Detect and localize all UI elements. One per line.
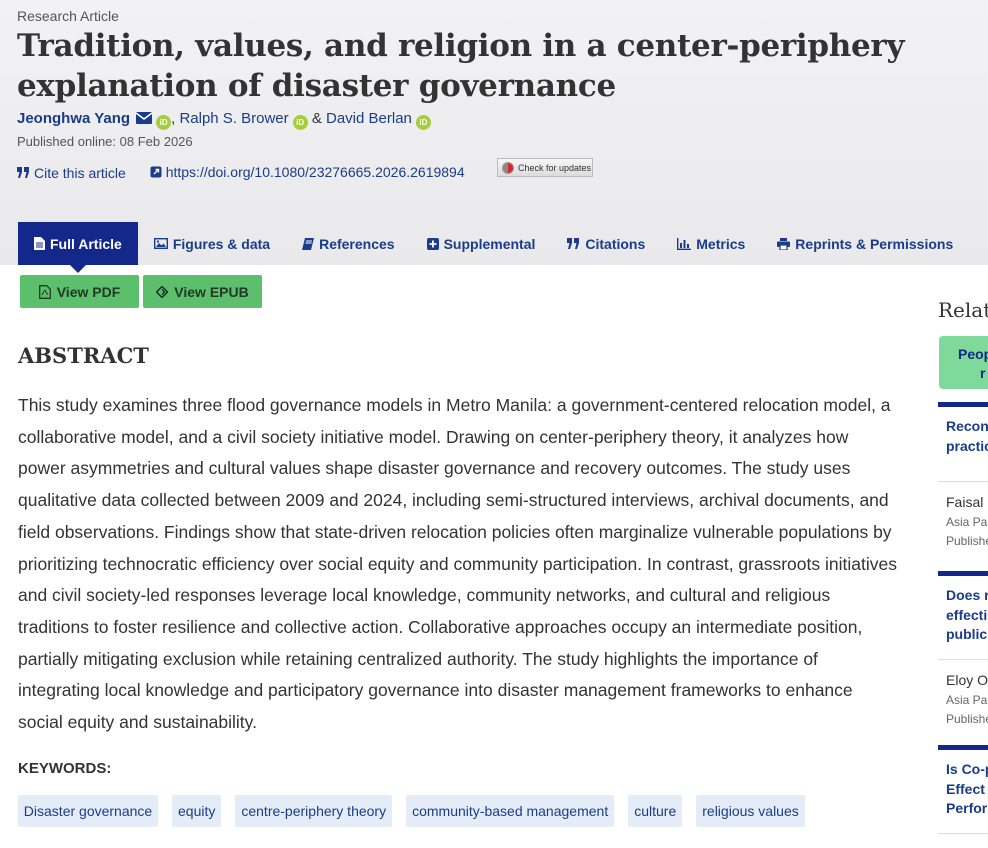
image-icon <box>153 238 168 249</box>
tab-citations[interactable]: Citations <box>551 222 661 265</box>
divider <box>938 481 988 482</box>
doi-text: https://doi.org/10.1080/23276665.2026.26… <box>165 164 465 180</box>
related-article-journal: Asia Pac <box>946 515 988 529</box>
mail-icon[interactable] <box>136 112 153 124</box>
related-article-title[interactable]: Does r effecti public <box>938 576 988 645</box>
cite-article-link[interactable]: Cite this article <box>17 165 126 181</box>
check-updates-label: Check for updates <box>518 162 592 173</box>
published-date: Published online: 08 Feb 2026 <box>17 134 193 149</box>
keyword-link[interactable]: equity <box>172 795 222 827</box>
title-line: practic <box>946 437 988 454</box>
external-link-icon <box>150 166 162 178</box>
title-line: public <box>946 626 988 642</box>
tab-label: Full Article <box>50 235 122 252</box>
tab-label-line: Peop <box>958 346 988 362</box>
tab-label: Supplemental <box>443 235 536 252</box>
bar-chart-icon <box>677 237 692 250</box>
author-link[interactable]: Ralph S. Brower <box>179 110 288 127</box>
tab-figures-data[interactable]: Figures & data <box>138 222 286 265</box>
keyword-list: Disaster governance equity centre-periph… <box>18 795 805 827</box>
tab-metrics[interactable]: Metrics <box>661 222 761 265</box>
tab-references[interactable]: References <box>286 222 411 265</box>
keyword-link[interactable]: community-based management <box>406 795 615 827</box>
view-pdf-label: View PDF <box>56 283 121 300</box>
article-type: Research Article <box>17 8 119 24</box>
tab-label: Figures & data <box>172 235 271 252</box>
view-pdf-button[interactable]: View PDF <box>20 275 139 308</box>
tab-label-line: r <box>980 365 986 381</box>
orcid-icon[interactable]: iD <box>415 115 431 130</box>
keyword-link[interactable]: religious values <box>696 795 805 827</box>
title-line: Is Co-p <box>946 761 988 777</box>
tab-label: Metrics <box>696 235 746 252</box>
abstract-heading: ABSTRACT <box>18 343 149 368</box>
related-article-published: Publishe <box>946 711 988 726</box>
article-tabs: Full Article Figures & data References S… <box>18 222 969 273</box>
book-icon <box>302 237 315 250</box>
tab-label: Reprints & Permissions <box>795 235 954 252</box>
orcid-icon[interactable]: iD <box>156 115 172 130</box>
keyword-link[interactable]: Disaster governance <box>18 795 158 827</box>
tab-people-also-read[interactable]: Peop r <box>939 336 988 389</box>
view-epub-button[interactable]: View EPUB <box>143 275 262 308</box>
author-link[interactable]: David Berlan <box>326 110 412 127</box>
related-article-title[interactable]: Recon practic <box>938 407 988 456</box>
tab-full-article[interactable]: Full Article <box>18 222 138 273</box>
title-line: Does r <box>946 587 988 603</box>
tab-label: Citations <box>585 235 646 252</box>
title-line: Perfor <box>946 800 988 816</box>
cite-label: Cite this article <box>34 164 126 181</box>
quote-icon <box>17 167 29 178</box>
author-separator: & <box>307 110 326 127</box>
view-epub-label: View EPUB <box>174 283 249 300</box>
related-article-author: Eloy Ol <box>946 671 988 688</box>
related-article-card: Does r effecti public Eloy Ol Asia Pac P… <box>938 571 988 729</box>
epub-icon <box>156 285 169 298</box>
print-icon <box>777 237 791 250</box>
related-article-journal: Asia Pac <box>946 692 988 707</box>
crossmark-icon <box>502 161 514 174</box>
quote-icon <box>567 238 580 249</box>
related-article-card: Is Co-p Effect Perfor <box>938 745 988 834</box>
author-link[interactable]: Jeonghwa Yang <box>17 110 130 127</box>
article-links: Cite this article https://doi.org/10.108… <box>17 164 465 181</box>
pdf-icon <box>38 284 51 299</box>
keywords-heading: KEYWORDS: <box>18 760 112 777</box>
tab-supplemental[interactable]: Supplemental <box>411 222 552 265</box>
orcid-icon[interactable]: iD <box>292 115 308 130</box>
related-article-author: Faisal S <box>946 494 988 510</box>
related-heading: Relate <box>938 298 988 322</box>
keyword-link[interactable]: culture <box>628 795 683 827</box>
related-article-card: Recon practic Faisal S Asia Pac Publishe <box>938 402 988 551</box>
plus-square-icon <box>426 237 439 250</box>
keyword-link[interactable]: centre-periphery theory <box>235 795 393 827</box>
related-sidebar: Relate Peop r Recon practic Faisal S Asi… <box>938 0 988 848</box>
divider <box>938 832 988 834</box>
abstract-text: This study examines three flood governan… <box>18 395 897 733</box>
divider <box>938 658 988 660</box>
author-list: Jeonghwa Yang iD, Ralph S. Brower iD & Dav… <box>17 110 431 130</box>
tab-label: References <box>319 235 395 252</box>
doi-link[interactable]: https://doi.org/10.1080/23276665.2026.26… <box>150 164 465 180</box>
title-line: Recon <box>946 418 988 434</box>
title-line: Effect <box>946 780 985 797</box>
document-icon <box>34 237 45 250</box>
check-for-updates-button[interactable]: Check for updates <box>497 158 593 177</box>
title-line: effecti <box>946 606 988 623</box>
related-article-title[interactable]: Is Co-p Effect Perfor <box>938 750 988 819</box>
related-article-published: Publishe <box>946 534 988 548</box>
article-title: Tradition, values, and religion in a cen… <box>17 28 905 104</box>
